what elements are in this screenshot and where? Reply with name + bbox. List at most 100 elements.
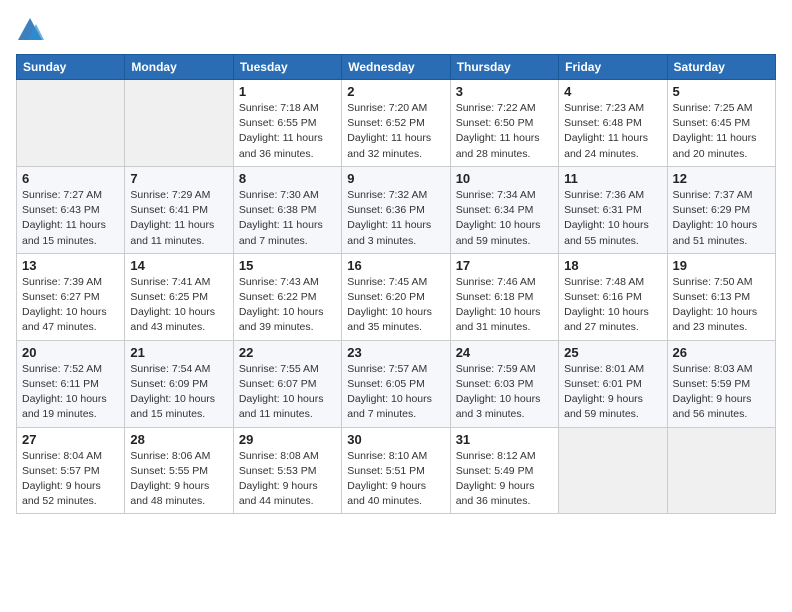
- weekday-header-tuesday: Tuesday: [233, 55, 341, 80]
- day-number: 22: [239, 345, 336, 360]
- calendar-day-cell: 16 Sunrise: 7:45 AMSunset: 6:20 PMDayligh…: [342, 253, 450, 340]
- calendar-day-cell: 18 Sunrise: 7:48 AMSunset: 6:16 PMDayligh…: [559, 253, 667, 340]
- calendar-day-cell: 13 Sunrise: 7:39 AMSunset: 6:27 PMDayligh…: [17, 253, 125, 340]
- day-number: 16: [347, 258, 444, 273]
- calendar-week-row: 20Sunrise: 7:52 AMSunset: 6:11 PMDayligh…: [17, 340, 776, 427]
- calendar-day-cell: 23Sunrise: 7:57 AMSunset: 6:05 PMDayligh…: [342, 340, 450, 427]
- day-info: Sunrise: 8:12 AMSunset: 5:49 PMDaylight:…: [456, 449, 553, 510]
- calendar-day-cell: 19 Sunrise: 7:50 AMSunset: 6:13 PMDayligh…: [667, 253, 775, 340]
- calendar-day-cell: [667, 427, 775, 514]
- day-info: Sunrise: 7:20 AMSunset: 6:52 PMDaylight:…: [347, 101, 444, 162]
- day-number: 2: [347, 84, 444, 99]
- calendar-day-cell: 7 Sunrise: 7:29 AMSunset: 6:41 PMDaylight…: [125, 166, 233, 253]
- calendar-day-cell: 17Sunrise: 7:46 AMSunset: 6:18 PMDayligh…: [450, 253, 558, 340]
- day-info: Sunrise: 8:08 AMSunset: 5:53 PMDaylight:…: [239, 449, 336, 510]
- day-info: Sunrise: 7:52 AMSunset: 6:11 PMDaylight:…: [22, 362, 119, 423]
- day-info: Sunrise: 7:39 AMSunset: 6:27 PMDaylight:…: [22, 275, 119, 336]
- day-info: Sunrise: 7:55 AMSunset: 6:07 PMDaylight:…: [239, 362, 336, 423]
- day-number: 1: [239, 84, 336, 99]
- day-info: Sunrise: 8:01 AMSunset: 6:01 PMDaylight:…: [564, 362, 661, 423]
- day-info: Sunrise: 7:25 AMSunset: 6:45 PMDaylight:…: [673, 101, 770, 162]
- calendar-day-cell: 21Sunrise: 7:54 AMSunset: 6:09 PMDayligh…: [125, 340, 233, 427]
- day-info: Sunrise: 8:03 AMSunset: 5:59 PMDaylight:…: [673, 362, 770, 423]
- day-number: 5: [673, 84, 770, 99]
- calendar-day-cell: 28Sunrise: 8:06 AMSunset: 5:55 PMDayligh…: [125, 427, 233, 514]
- calendar-day-cell: 31 Sunrise: 8:12 AMSunset: 5:49 PMDayligh…: [450, 427, 558, 514]
- calendar-week-row: 27 Sunrise: 8:04 AMSunset: 5:57 PMDayligh…: [17, 427, 776, 514]
- calendar-day-cell: 4 Sunrise: 7:23 AMSunset: 6:48 PMDaylight…: [559, 80, 667, 167]
- day-info: Sunrise: 7:23 AMSunset: 6:48 PMDaylight:…: [564, 101, 661, 162]
- calendar-header-row: SundayMondayTuesdayWednesdayThursdayFrid…: [17, 55, 776, 80]
- calendar-day-cell: 30 Sunrise: 8:10 AMSunset: 5:51 PMDayligh…: [342, 427, 450, 514]
- calendar-day-cell: [17, 80, 125, 167]
- calendar-day-cell: [125, 80, 233, 167]
- calendar-day-cell: 15 Sunrise: 7:43 AMSunset: 6:22 PMDayligh…: [233, 253, 341, 340]
- calendar-day-cell: 29Sunrise: 8:08 AMSunset: 5:53 PMDayligh…: [233, 427, 341, 514]
- calendar-day-cell: 26 Sunrise: 8:03 AMSunset: 5:59 PMDayligh…: [667, 340, 775, 427]
- day-info: Sunrise: 8:04 AMSunset: 5:57 PMDaylight:…: [22, 449, 119, 510]
- day-info: Sunrise: 7:50 AMSunset: 6:13 PMDaylight:…: [673, 275, 770, 336]
- day-number: 24: [456, 345, 553, 360]
- day-info: Sunrise: 7:22 AMSunset: 6:50 PMDaylight:…: [456, 101, 553, 162]
- day-info: Sunrise: 7:48 AMSunset: 6:16 PMDaylight:…: [564, 275, 661, 336]
- weekday-header-saturday: Saturday: [667, 55, 775, 80]
- weekday-header-friday: Friday: [559, 55, 667, 80]
- logo: [16, 16, 48, 44]
- day-number: 13: [22, 258, 119, 273]
- day-info: Sunrise: 7:59 AMSunset: 6:03 PMDaylight:…: [456, 362, 553, 423]
- calendar-day-cell: 8 Sunrise: 7:30 AMSunset: 6:38 PMDaylight…: [233, 166, 341, 253]
- day-info: Sunrise: 7:37 AMSunset: 6:29 PMDaylight:…: [673, 188, 770, 249]
- day-info: Sunrise: 7:32 AMSunset: 6:36 PMDaylight:…: [347, 188, 444, 249]
- day-number: 25: [564, 345, 661, 360]
- day-info: Sunrise: 7:29 AMSunset: 6:41 PMDaylight:…: [130, 188, 227, 249]
- day-info: Sunrise: 7:46 AMSunset: 6:18 PMDaylight:…: [456, 275, 553, 336]
- day-number: 31: [456, 432, 553, 447]
- day-info: Sunrise: 8:10 AMSunset: 5:51 PMDaylight:…: [347, 449, 444, 510]
- day-number: 19: [673, 258, 770, 273]
- day-info: Sunrise: 7:34 AMSunset: 6:34 PMDaylight:…: [456, 188, 553, 249]
- day-number: 10: [456, 171, 553, 186]
- calendar-day-cell: 9 Sunrise: 7:32 AMSunset: 6:36 PMDaylight…: [342, 166, 450, 253]
- day-info: Sunrise: 7:45 AMSunset: 6:20 PMDaylight:…: [347, 275, 444, 336]
- calendar-day-cell: 24 Sunrise: 7:59 AMSunset: 6:03 PMDayligh…: [450, 340, 558, 427]
- day-number: 27: [22, 432, 119, 447]
- day-info: Sunrise: 7:18 AMSunset: 6:55 PMDaylight:…: [239, 101, 336, 162]
- day-info: Sunrise: 7:30 AMSunset: 6:38 PMDaylight:…: [239, 188, 336, 249]
- day-number: 6: [22, 171, 119, 186]
- calendar-day-cell: [559, 427, 667, 514]
- day-number: 28: [130, 432, 227, 447]
- day-number: 9: [347, 171, 444, 186]
- calendar-day-cell: 6 Sunrise: 7:27 AMSunset: 6:43 PMDaylight…: [17, 166, 125, 253]
- calendar-day-cell: 2 Sunrise: 7:20 AMSunset: 6:52 PMDaylight…: [342, 80, 450, 167]
- calendar-day-cell: 20Sunrise: 7:52 AMSunset: 6:11 PMDayligh…: [17, 340, 125, 427]
- day-number: 8: [239, 171, 336, 186]
- calendar-day-cell: 11Sunrise: 7:36 AMSunset: 6:31 PMDayligh…: [559, 166, 667, 253]
- day-info: Sunrise: 7:36 AMSunset: 6:31 PMDaylight:…: [564, 188, 661, 249]
- day-number: 15: [239, 258, 336, 273]
- calendar-table: SundayMondayTuesdayWednesdayThursdayFrid…: [16, 54, 776, 514]
- day-number: 26: [673, 345, 770, 360]
- calendar-day-cell: 27 Sunrise: 8:04 AMSunset: 5:57 PMDayligh…: [17, 427, 125, 514]
- day-number: 30: [347, 432, 444, 447]
- weekday-header-thursday: Thursday: [450, 55, 558, 80]
- day-number: 3: [456, 84, 553, 99]
- day-number: 14: [130, 258, 227, 273]
- day-number: 7: [130, 171, 227, 186]
- calendar-day-cell: 5 Sunrise: 7:25 AMSunset: 6:45 PMDaylight…: [667, 80, 775, 167]
- weekday-header-monday: Monday: [125, 55, 233, 80]
- weekday-header-sunday: Sunday: [17, 55, 125, 80]
- calendar-day-cell: 22 Sunrise: 7:55 AMSunset: 6:07 PMDayligh…: [233, 340, 341, 427]
- day-info: Sunrise: 7:27 AMSunset: 6:43 PMDaylight:…: [22, 188, 119, 249]
- calendar-day-cell: 25 Sunrise: 8:01 AMSunset: 6:01 PMDayligh…: [559, 340, 667, 427]
- weekday-header-wednesday: Wednesday: [342, 55, 450, 80]
- logo-icon: [16, 16, 44, 44]
- day-info: Sunrise: 7:43 AMSunset: 6:22 PMDaylight:…: [239, 275, 336, 336]
- day-number: 18: [564, 258, 661, 273]
- calendar-day-cell: 12 Sunrise: 7:37 AMSunset: 6:29 PMDayligh…: [667, 166, 775, 253]
- calendar-week-row: 6 Sunrise: 7:27 AMSunset: 6:43 PMDaylight…: [17, 166, 776, 253]
- day-number: 4: [564, 84, 661, 99]
- day-info: Sunrise: 7:54 AMSunset: 6:09 PMDaylight:…: [130, 362, 227, 423]
- day-number: 12: [673, 171, 770, 186]
- day-number: 23: [347, 345, 444, 360]
- calendar-day-cell: 10 Sunrise: 7:34 AMSunset: 6:34 PMDayligh…: [450, 166, 558, 253]
